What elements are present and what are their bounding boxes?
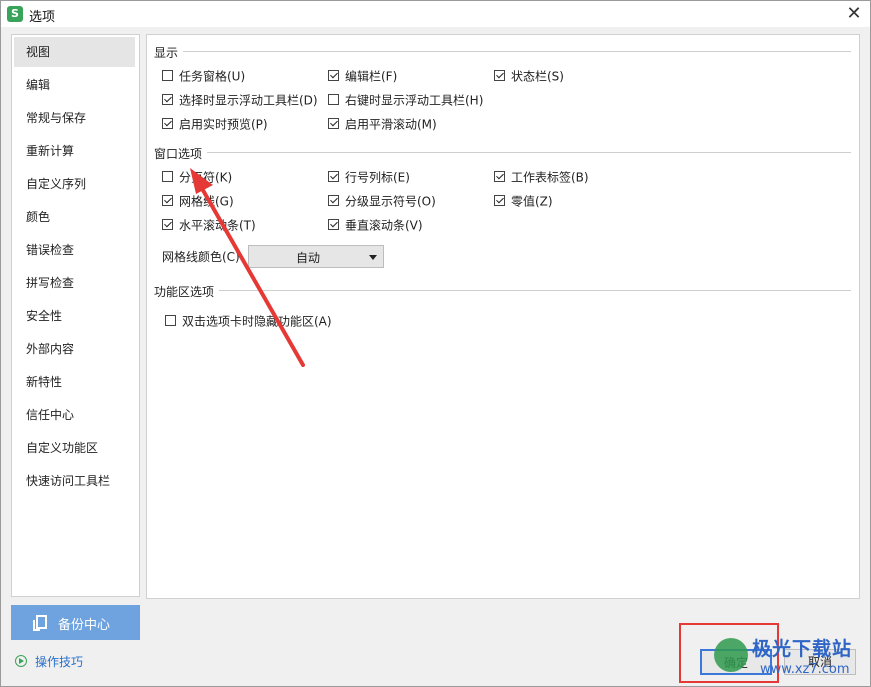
annotation-arrow <box>190 168 305 367</box>
